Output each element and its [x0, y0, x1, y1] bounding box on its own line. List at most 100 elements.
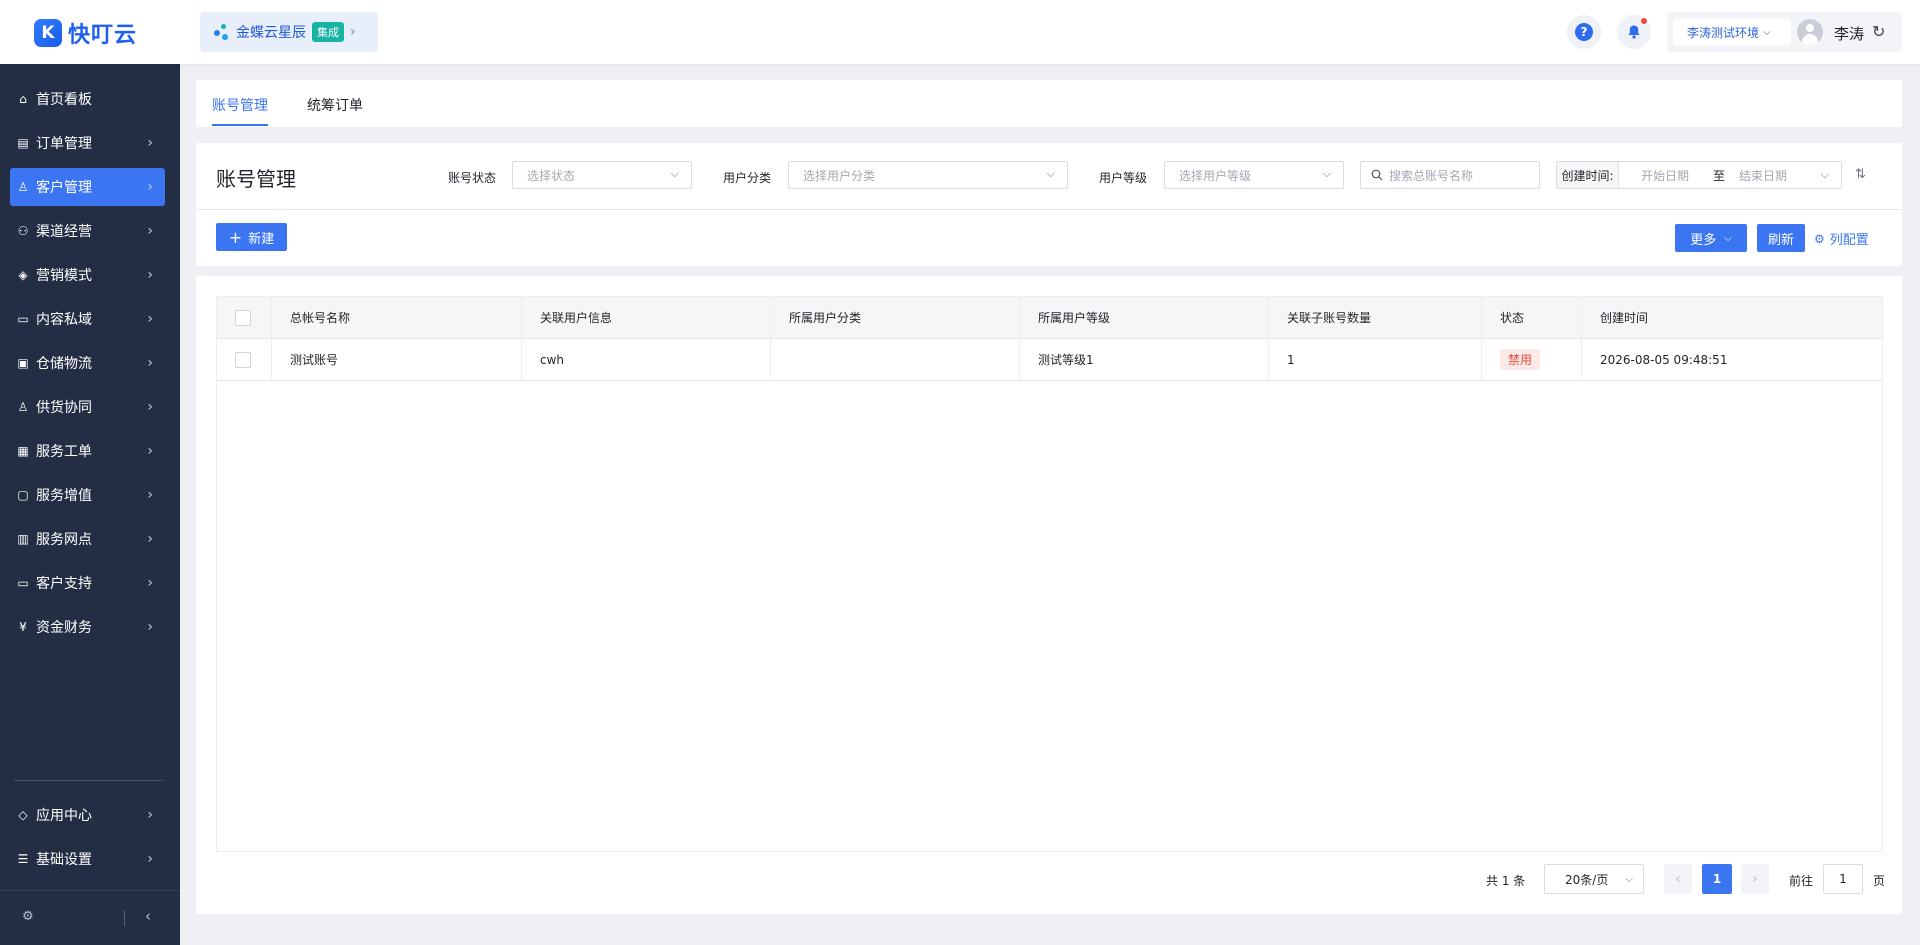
sidebar-item-label: 客户支持 — [36, 576, 92, 592]
new-button[interactable]: + 新建 — [216, 223, 287, 251]
cell-created-time: 2026-08-05 09:48:51 — [1600, 352, 1728, 367]
cell-account-name: 测试账号 — [272, 339, 522, 380]
table-row[interactable]: 测试账号 cwh 测试等级1 1 禁用 2026-08-05 09:48:51 — [217, 339, 1882, 381]
col-header-user-level[interactable]: 所属用户等级 — [1020, 297, 1269, 338]
sidebar-item-label: 营销模式 — [36, 268, 92, 284]
environment-select[interactable]: 李涛测试环境 ⌵ — [1673, 19, 1791, 45]
user-name[interactable]: 李涛 — [1834, 23, 1864, 44]
sidebar-item-order[interactable]: ▤ 订单管理 › — [10, 124, 165, 162]
chevron-down-icon: ⌵ — [1820, 168, 1829, 181]
plus-icon: + — [228, 227, 243, 247]
avatar[interactable] — [1797, 19, 1823, 45]
created-date-range[interactable]: 创建时间: 开始日期 至 结束日期 ⌵ — [1556, 161, 1842, 189]
integration-badge: 集成 — [312, 22, 344, 42]
column-config-button[interactable]: ⚙ 列配置 — [1814, 229, 1869, 249]
chevron-down-icon: ⌵ — [1322, 167, 1331, 180]
notification-button[interactable] — [1617, 15, 1651, 49]
help-button[interactable]: ? — [1567, 15, 1601, 49]
chevron-right-icon: › — [147, 223, 153, 239]
col-header-account-name[interactable]: 总帐号名称 — [272, 297, 522, 338]
active-tab-indicator — [212, 124, 268, 126]
user-level-select[interactable]: 选择用户等级 ⌵ — [1164, 161, 1344, 189]
page-number-current[interactable]: 1 — [1702, 864, 1732, 894]
sidebar-item-home[interactable]: ⌂ 首页看板 — [10, 80, 165, 118]
sidebar-item-support[interactable]: ▭ 客户支持 › — [10, 564, 165, 602]
tab-coordinated-orders[interactable]: 统筹订单 — [307, 95, 363, 115]
row-checkbox[interactable] — [235, 351, 251, 368]
more-button-label: 更多 — [1690, 232, 1717, 248]
logo-text: 快叮云 — [68, 23, 138, 48]
sidebar-item-label: 首页看板 — [36, 92, 92, 108]
sidebar-item-settings-list[interactable]: ☰ 基础设置 › — [10, 840, 165, 878]
chevron-right-icon: › — [147, 399, 153, 415]
user-category-select[interactable]: 选择用户分类 ⌵ — [788, 161, 1068, 189]
tab-account-management[interactable]: 账号管理 — [212, 95, 268, 115]
status-badge: 禁用 — [1500, 349, 1541, 370]
sidebar-item-channel[interactable]: ⚇ 渠道经营 › — [10, 212, 165, 250]
chevron-down-icon: ⌵ — [1724, 232, 1732, 244]
collapse-sidebar-icon[interactable]: ‹ — [145, 907, 151, 925]
sidebar-item-supply[interactable]: ♙ 供货协同 › — [10, 388, 165, 426]
new-button-label: 新建 — [248, 231, 275, 247]
chevron-right-icon: › — [147, 355, 153, 371]
sidebar-item-cube[interactable]: ◇ 应用中心 › — [10, 796, 165, 834]
sidebar-item-warehouse[interactable]: ▣ 仓储物流 › — [10, 344, 165, 382]
accounts-table: 总帐号名称 关联用户信息 所属用户分类 所属用户等级 关联子账号数量 状态 创建… — [216, 296, 1883, 852]
start-date-placeholder[interactable]: 开始日期 — [1641, 167, 1689, 184]
account-status-placeholder: 选择状态 — [527, 168, 576, 183]
refresh-icon[interactable]: ↻ — [1872, 22, 1885, 41]
finance-icon: ¥ — [19, 620, 27, 634]
sidebar-item-bag[interactable]: ▢ 服务增值 › — [10, 476, 165, 514]
cell-user-info: cwh — [522, 339, 771, 380]
sidebar-item-store[interactable]: ▥ 服务网点 › — [10, 520, 165, 558]
account-status-select[interactable]: 选择状态 ⌵ — [512, 161, 692, 189]
sidebar-item-image[interactable]: ▭ 内容私域 › — [10, 300, 165, 338]
image-icon: ▭ — [17, 312, 29, 326]
order-icon: ▤ — [17, 136, 29, 150]
select-all-checkbox[interactable] — [235, 309, 251, 326]
tag-icon: ◈ — [18, 268, 28, 282]
page-size-value: 20条/页 — [1565, 872, 1609, 887]
sidebar: ⌂ 首页看板 ▤ 订单管理 › ♙ 客户管理 › ⚇ 渠道经营 › ◈ 营销模式 › ▭ 内容私域 › ▣ 仓储物流… — [0, 64, 180, 945]
end-date-placeholder[interactable]: 结束日期 — [1739, 167, 1787, 184]
created-time-label: 创建时间: — [1557, 162, 1619, 188]
sidebar-item-tag[interactable]: ◈ 营销模式 › — [10, 256, 165, 294]
ticket-icon: ▦ — [17, 444, 29, 458]
integration-switcher[interactable]: 金蝶云星辰 集成 › — [200, 12, 378, 52]
refresh-button-label: 刷新 — [1767, 232, 1794, 248]
channel-icon: ⚇ — [17, 224, 29, 238]
sidebar-item-label: 应用中心 — [36, 808, 92, 824]
user-category-placeholder: 选择用户分类 — [803, 168, 876, 183]
sidebar-item-label: 渠道经营 — [36, 224, 92, 240]
col-header-user-category[interactable]: 所属用户分类 — [771, 297, 1020, 338]
cell-status: 禁用 — [1482, 339, 1582, 380]
col-header-user-info[interactable]: 关联用户信息 — [522, 297, 771, 338]
support-icon: ▭ — [17, 576, 29, 590]
sidebar-item-customer[interactable]: ♙ 客户管理 › — [10, 168, 165, 206]
app-logo[interactable]: K 快叮云 — [34, 17, 137, 49]
refresh-button[interactable]: 刷新 — [1757, 224, 1805, 252]
col-header-sub-account-count[interactable]: 关联子账号数量 — [1269, 297, 1482, 338]
col-header-status[interactable]: 状态 — [1482, 297, 1582, 338]
prev-page-button[interactable]: ‹ — [1664, 864, 1692, 894]
help-icon: ? — [1575, 23, 1593, 41]
search-placeholder: 搜索总账号名称 — [1389, 168, 1474, 183]
sidebar-item-ticket[interactable]: ▦ 服务工单 › — [10, 432, 165, 470]
page-size-select[interactable]: 20条/页 ⌵ — [1544, 864, 1644, 894]
gear-icon[interactable]: ⚙ — [22, 909, 34, 924]
col-header-created-time[interactable]: 创建时间 — [1582, 297, 1884, 338]
page-suffix: 页 — [1873, 874, 1886, 888]
next-page-button[interactable]: › — [1741, 864, 1769, 894]
cell-user-category — [771, 339, 1020, 380]
account-search-input[interactable]: 搜索总账号名称 — [1360, 161, 1540, 189]
chevron-down-icon: ⌵ — [1046, 167, 1055, 180]
goto-page-input[interactable]: 1 — [1823, 864, 1863, 894]
sort-toggle-icon[interactable]: ⇅ — [1855, 167, 1866, 182]
select-all-cell — [217, 297, 272, 338]
more-button[interactable]: 更多 ⌵ — [1675, 224, 1747, 252]
chevron-right-icon: › — [147, 311, 153, 327]
date-separator: 至 — [1713, 168, 1726, 183]
user-panel: 李涛测试环境 ⌵ 李涛 ↻ — [1667, 12, 1902, 52]
pagination-total: 共 1 条 — [1486, 874, 1526, 888]
sidebar-item-finance[interactable]: ¥ 资金财务 › — [10, 608, 165, 646]
